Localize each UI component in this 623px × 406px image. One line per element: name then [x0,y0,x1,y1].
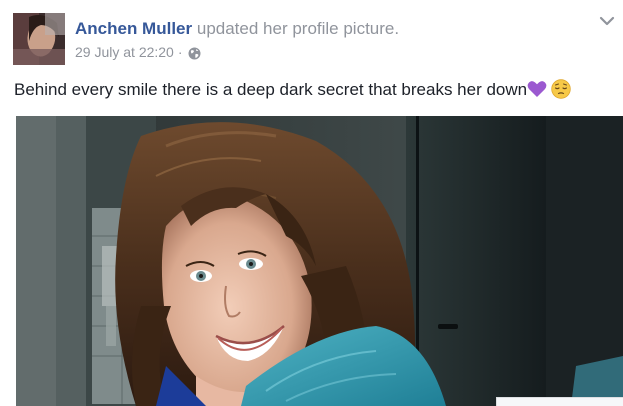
post-meta: 29 July at 22:20 · [75,43,201,61]
author-name-link[interactable]: Anchen Muller [75,19,192,38]
post-timestamp-link[interactable]: 29 July at 22:20 [75,43,174,61]
meta-separator: · [177,44,183,60]
post-action-text: updated her profile picture. [196,19,400,38]
post-header: Anchen Muller updated her profile pictur… [75,18,399,40]
profile-picture-photo[interactable] [16,116,623,406]
feed-post: Anchen Muller updated her profile pictur… [0,0,623,406]
photo-tag-bar [496,397,623,406]
post-caption: Behind every smile there is a deep dark … [14,79,571,101]
profile-avatar[interactable] [13,13,65,65]
pensive-face-emoji [551,79,571,99]
chevron-down-icon[interactable] [599,14,615,26]
globe-icon[interactable] [188,46,201,59]
purple-heart-emoji [527,80,547,98]
caption-text: Behind every smile there is a deep dark … [14,80,528,99]
